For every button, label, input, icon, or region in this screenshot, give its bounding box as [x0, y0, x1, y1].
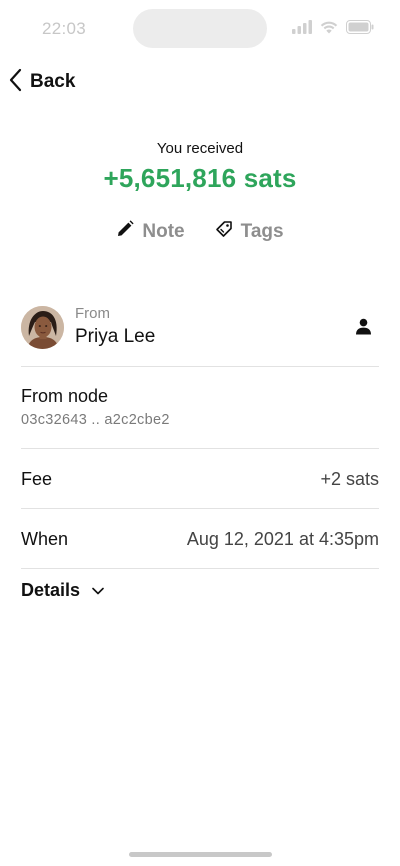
chevron-down-icon [92, 582, 104, 600]
from-name: Priya Lee [75, 326, 156, 347]
when-label: When [21, 528, 69, 549]
details-label: Details [21, 580, 81, 600]
signal-icon [292, 20, 312, 34]
status-time: 22:03 [42, 19, 87, 38]
details-toggle[interactable]: Details [21, 580, 104, 601]
note-button[interactable]: Note [116, 220, 185, 243]
tags-label: Tags [240, 220, 284, 242]
divider [21, 366, 379, 367]
battery-icon [346, 20, 374, 34]
received-label: You received [156, 140, 244, 157]
pencil-icon [116, 220, 135, 243]
tag-icon [215, 220, 233, 243]
fee-label: Fee [21, 468, 53, 489]
when-value: Aug 12, 2021 at 4:35pm [186, 528, 379, 549]
note-label: Note [142, 220, 185, 242]
fee-row: Fee +2 sats [21, 464, 379, 494]
back-button[interactable]: Back [8, 66, 75, 98]
divider [21, 448, 379, 449]
from-label: From [75, 305, 110, 322]
status-bar: 22:03 [0, 0, 400, 56]
action-bar: Note Tags [0, 220, 400, 243]
avatar [21, 305, 64, 349]
home-indicator[interactable] [129, 852, 272, 857]
node-id: 03c32643 .. a2c2cbe2 [21, 412, 170, 428]
amount-value: +5,651,816 sats [103, 163, 297, 193]
from-contact-row[interactable]: From Priya Lee [21, 303, 379, 351]
transaction-detail-screen: 22:03 Back You received +5,651,816 sats … [0, 0, 400, 866]
status-icons [292, 20, 374, 34]
when-row: When Aug 12, 2021 at 4:35pm [21, 524, 379, 554]
person-icon[interactable] [355, 318, 372, 340]
divider [21, 568, 379, 569]
divider [21, 508, 379, 509]
wifi-icon [320, 20, 338, 34]
from-text: From Priya Lee [75, 305, 155, 349]
from-node-row: From node 03c32643 .. a2c2cbe2 [21, 384, 379, 428]
tags-button[interactable]: Tags [215, 220, 284, 243]
node-label: From node [21, 386, 109, 406]
dynamic-island [133, 9, 267, 48]
back-label: Back [30, 71, 76, 92]
chevron-left-icon [8, 68, 22, 97]
fee-value: +2 sats [320, 468, 379, 489]
